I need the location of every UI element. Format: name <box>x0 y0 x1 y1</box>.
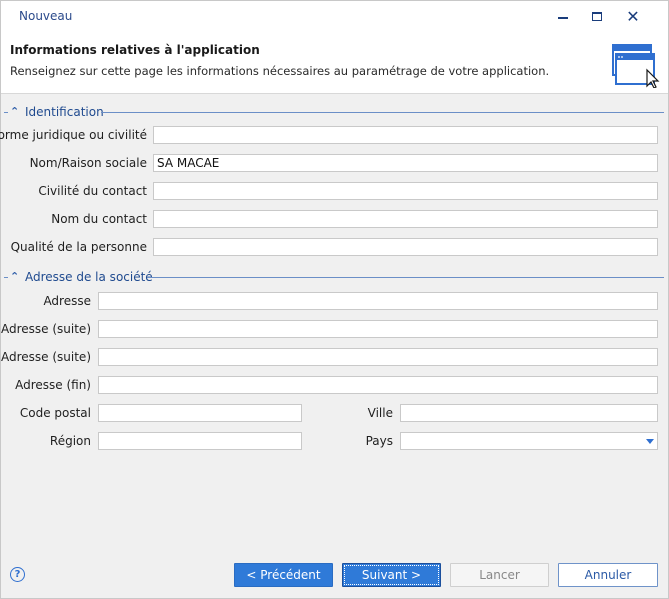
maximize-button[interactable] <box>578 1 616 32</box>
section-identification[interactable]: ⌃ Identification <box>4 104 664 120</box>
adresse-suite-1-field[interactable] <box>98 320 658 338</box>
adresse-label: Adresse <box>43 294 91 308</box>
dialog-window: Nouveau ✕ Informations relatives à l'app… <box>0 0 669 599</box>
adresse-suite-1-label: Adresse (suite) <box>0 322 91 336</box>
previous-button[interactable]: < Précédent <box>234 563 333 587</box>
section-label: Adresse de la société <box>25 270 153 284</box>
pays-select[interactable] <box>400 432 658 450</box>
page-subtitle: Renseignez sur cette page les informatio… <box>10 64 550 78</box>
forme-juridique-label: Forme juridique ou civilité <box>0 128 147 142</box>
forme-juridique-field[interactable] <box>153 126 658 144</box>
maximize-icon <box>592 12 602 21</box>
region-label: Région <box>49 434 91 448</box>
code-postal-field[interactable] <box>98 404 302 422</box>
dropdown-arrow-icon[interactable] <box>646 439 654 444</box>
help-icon[interactable]: ? <box>10 567 25 582</box>
adresse-suite-2-field[interactable] <box>98 348 658 366</box>
ville-field[interactable] <box>400 404 658 422</box>
divider <box>4 112 8 113</box>
minimize-button[interactable] <box>544 1 582 32</box>
window-title: Nouveau <box>19 9 73 23</box>
close-icon: ✕ <box>626 7 640 26</box>
divider <box>4 277 8 278</box>
adresse-field[interactable] <box>98 292 658 310</box>
nom-raison-field[interactable]: SA MACAE <box>153 154 658 172</box>
minimize-icon <box>558 15 568 19</box>
nom-contact-field[interactable] <box>153 210 658 228</box>
launch-button[interactable]: Lancer <box>450 563 549 587</box>
wizard-header: Informations relatives à l'application R… <box>1 32 668 94</box>
section-label: Identification <box>25 105 104 119</box>
nom-contact-label: Nom du contact <box>51 212 147 226</box>
page-title: Informations relatives à l'application <box>10 43 260 57</box>
nom-raison-label: Nom/Raison sociale <box>29 156 147 170</box>
adresse-fin-label: Adresse (fin) <box>15 378 91 392</box>
code-postal-label: Code postal <box>19 406 91 420</box>
civilite-contact-label: Civilité du contact <box>38 184 147 198</box>
title-bar: Nouveau ✕ <box>1 1 668 32</box>
region-field[interactable] <box>98 432 302 450</box>
adresse-fin-field[interactable] <box>98 376 658 394</box>
section-adresse[interactable]: ⌃ Adresse de la société <box>4 269 664 285</box>
next-button[interactable]: Suivant > <box>342 563 441 587</box>
window-cursor-icon <box>612 44 660 88</box>
divider <box>101 112 664 113</box>
divider <box>147 277 664 278</box>
qualite-personne-field[interactable] <box>153 238 658 256</box>
pays-label: Pays <box>365 434 393 448</box>
ville-label: Ville <box>367 406 393 420</box>
cancel-button[interactable]: Annuler <box>558 563 658 587</box>
close-button[interactable]: ✕ <box>614 1 652 32</box>
adresse-suite-2-label: Adresse (suite) <box>0 350 91 364</box>
civilite-contact-field[interactable] <box>153 182 658 200</box>
qualite-personne-label: Qualité de la personne <box>10 240 147 254</box>
